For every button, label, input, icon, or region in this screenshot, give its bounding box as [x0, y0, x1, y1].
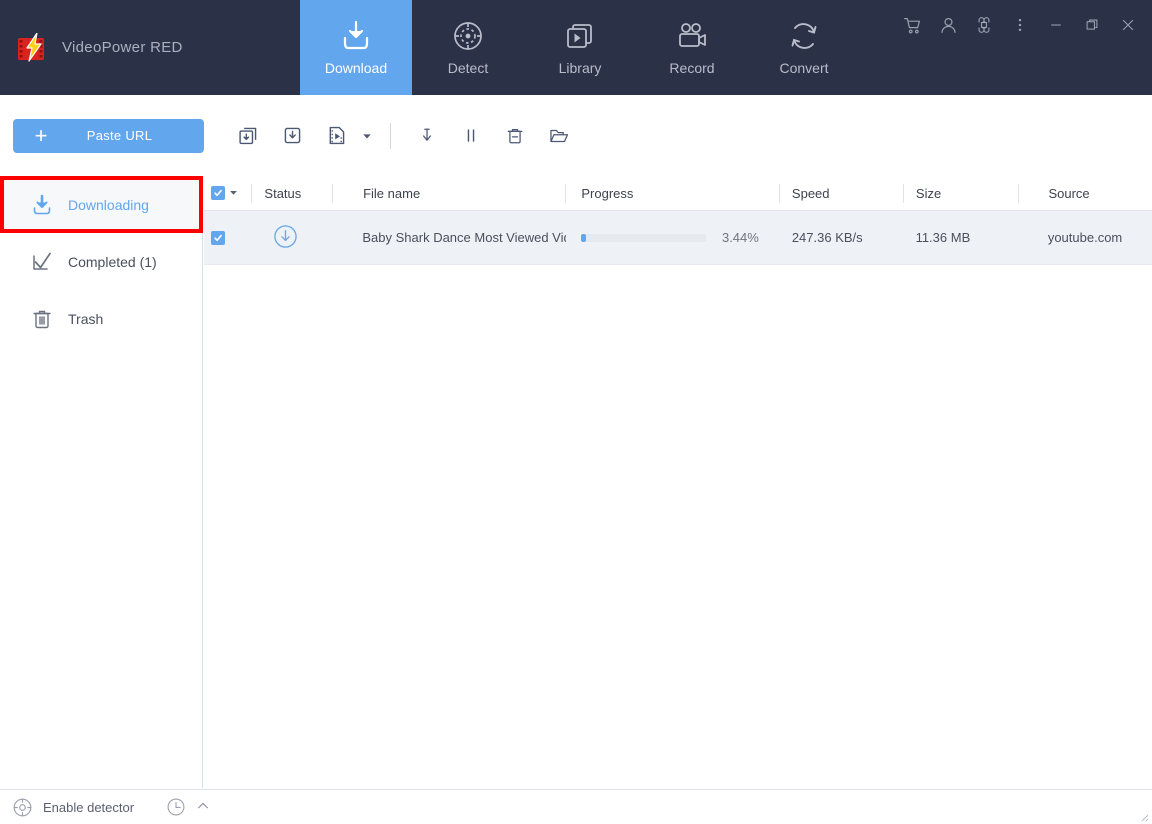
toolbar: + Paste URL	[0, 95, 1152, 176]
tab-convert-label: Convert	[779, 60, 829, 76]
tab-detect-label: Detect	[447, 60, 489, 76]
progress-bar-fill	[580, 233, 586, 242]
paste-url-button[interactable]: + Paste URL	[13, 118, 204, 153]
select-all-checkbox[interactable]	[211, 186, 225, 200]
select-all-cell	[204, 186, 251, 200]
download-tray-icon	[339, 19, 373, 53]
main-nav-tabs: Download Detect Library Record Convert	[300, 0, 860, 95]
close-icon[interactable]	[1110, 8, 1146, 42]
more-options-icon[interactable]	[1002, 8, 1038, 42]
clock-history-icon[interactable]	[166, 797, 186, 817]
apps-grid-icon[interactable]	[966, 8, 1002, 42]
tab-download-label: Download	[324, 60, 388, 76]
table-header-row: Status File name Progress Speed Size Sou…	[204, 176, 1152, 211]
open-folder-icon[interactable]	[537, 114, 581, 158]
header-speed[interactable]: Speed	[780, 186, 903, 201]
toolbar-actions-group	[405, 114, 581, 158]
header-progress[interactable]: Progress	[566, 186, 779, 201]
delete-download-icon[interactable]	[493, 114, 537, 158]
tab-detect[interactable]: Detect	[412, 0, 524, 95]
header-size[interactable]: Size	[904, 186, 1018, 201]
paste-url-label: Paste URL	[86, 128, 153, 143]
download-list-panel: Status File name Progress Speed Size Sou…	[204, 176, 1152, 788]
downloading-circle-arrow-icon[interactable]	[273, 224, 298, 252]
row-file-name: Baby Shark Dance Most Viewed Vide...	[362, 230, 566, 245]
header-file-name[interactable]: File name	[333, 186, 565, 201]
resize-grip[interactable]	[1137, 809, 1149, 822]
sidebar-item-completed-label: Completed (1)	[68, 253, 157, 270]
row-checkbox[interactable]	[211, 230, 225, 245]
row-source: youtube.com	[1047, 230, 1123, 245]
download-icon	[30, 193, 54, 217]
row-status-cell	[252, 224, 333, 252]
status-bar: Enable detector	[0, 789, 1152, 824]
video-download-caret-icon[interactable]	[358, 114, 376, 158]
toolbar-add-group	[226, 114, 376, 158]
detector-crosshair-icon[interactable]	[12, 797, 33, 818]
row-select-cell	[204, 230, 252, 245]
tab-library-label: Library	[558, 60, 602, 76]
minimize-icon[interactable]	[1038, 8, 1074, 42]
toolbar-divider	[390, 122, 391, 149]
table-row[interactable]: Baby Shark Dance Most Viewed Vide... 3.4…	[204, 211, 1152, 265]
account-icon[interactable]	[930, 8, 966, 42]
row-speed: 247.36 KB/s	[791, 230, 863, 245]
sidebar-item-trash[interactable]: Trash	[0, 290, 202, 347]
cart-icon[interactable]	[894, 8, 930, 42]
enable-detector-label[interactable]: Enable detector	[43, 800, 134, 815]
title-bar: VideoPower RED Download Detect Library R…	[0, 0, 1152, 95]
header-status[interactable]: Status	[252, 186, 332, 201]
lightning-film-icon	[16, 31, 50, 63]
sidebar-item-trash-label: Trash	[68, 310, 104, 327]
video-camera-icon	[675, 19, 709, 53]
tab-record[interactable]: Record	[636, 0, 748, 95]
download-single-icon[interactable]	[270, 114, 314, 158]
row-size: 11.36 MB	[915, 230, 971, 245]
sidebar-item-downloading[interactable]: Downloading	[0, 176, 202, 233]
trash-icon	[30, 307, 54, 331]
row-progress-cell: 3.44%	[566, 230, 780, 245]
check-mark-icon	[30, 250, 54, 274]
sidebar: Downloading Completed (1) Trash	[0, 176, 203, 788]
tab-library[interactable]: Library	[524, 0, 636, 95]
tab-download[interactable]: Download	[300, 0, 412, 95]
tab-record-label: Record	[669, 60, 715, 76]
chevron-up-icon[interactable]	[196, 799, 210, 816]
application-window: VideoPower RED Download Detect Library R…	[0, 0, 1152, 824]
start-download-icon[interactable]	[405, 114, 449, 158]
tab-convert[interactable]: Convert	[748, 0, 860, 95]
progress-bar	[580, 233, 706, 242]
media-library-icon	[563, 19, 597, 53]
progress-percent-label: 3.44%	[721, 230, 759, 245]
restore-icon[interactable]	[1074, 8, 1110, 42]
brand: VideoPower RED	[0, 0, 300, 95]
app-title: VideoPower RED	[62, 39, 183, 56]
plus-icon: +	[34, 122, 48, 148]
select-all-dropdown-icon[interactable]	[229, 188, 238, 199]
video-download-icon[interactable]	[314, 114, 358, 158]
convert-arrows-icon	[787, 19, 821, 53]
radar-detect-icon	[451, 19, 485, 53]
download-all-icon[interactable]	[226, 114, 270, 158]
sidebar-item-completed[interactable]: Completed (1)	[0, 233, 202, 290]
pause-download-icon[interactable]	[449, 114, 493, 158]
window-controls	[894, 8, 1146, 42]
sidebar-item-downloading-label: Downloading	[68, 196, 149, 213]
header-source[interactable]: Source	[1018, 186, 1152, 201]
